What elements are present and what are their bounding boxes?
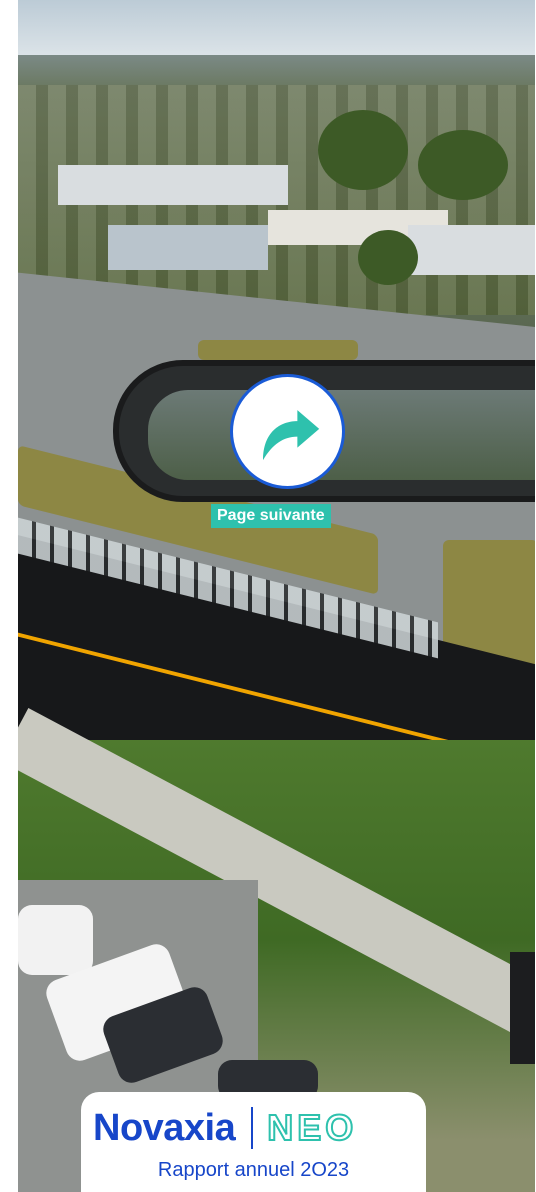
sky [18, 0, 535, 62]
logo-card: Novaxia NEO Rapport annuel 2O23 [81, 1092, 426, 1192]
totem-sign [510, 952, 535, 1064]
warehouse [408, 225, 535, 275]
tree [358, 230, 418, 285]
warehouse [108, 225, 268, 270]
hills [18, 55, 535, 85]
next-page-label[interactable]: Page suivante [211, 504, 331, 528]
report-subtitle: Rapport annuel 2O23 [157, 1159, 350, 1181]
logo-divider [251, 1107, 254, 1149]
tree [418, 130, 508, 200]
next-page-button[interactable] [230, 374, 345, 489]
curved-arrow-right-icon [262, 409, 319, 460]
logo: Novaxia NEO [93, 1104, 357, 1152]
car [18, 905, 93, 975]
tree [318, 110, 408, 190]
product-name: NEO [266, 1106, 358, 1149]
cover-photo [18, 0, 535, 1192]
warehouse [58, 165, 288, 205]
brand-name: Novaxia [93, 1107, 236, 1149]
green-roof [198, 340, 358, 360]
